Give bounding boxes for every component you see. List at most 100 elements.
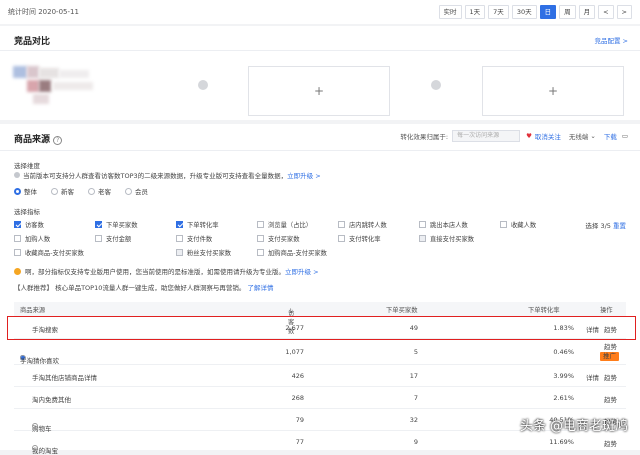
export-icon[interactable]: ▭ (622, 132, 628, 140)
radio-new[interactable]: 新客 (51, 186, 74, 196)
metrics-row-1: 访客数 下单买家数 下单转化率 浏览量（占比） 店内跳转人数 跳出本店人数 收藏… (14, 220, 614, 232)
row-buyers: 9 (413, 438, 418, 446)
dimension-tip-text: 当前版本可支持分人群查看访客数TOP3的二级来源数据，升级专业版可支持查看全量数… (23, 172, 288, 180)
range-selector: 实时 1天 7天 30天 日 周 月 < > (436, 5, 632, 19)
row-buyers: 17 (409, 372, 418, 380)
metric-inshop-jump[interactable]: 店内跳转人数 (338, 220, 419, 232)
help-icon[interactable]: ? (53, 136, 63, 145)
source-panel: 商品来源 ? 转化效果归属于: 每一次访问来源 ♥ 取消关注 无线端 ⌄ 下载 … (0, 124, 640, 455)
crowd-tag: 【人群推荐】 (14, 284, 53, 292)
reset-link[interactable]: 重置 (613, 222, 626, 230)
col-actions: 操作 (600, 307, 613, 314)
metric-pay-rate[interactable]: 支付转化率 (338, 234, 419, 246)
range-month[interactable]: 月 (578, 5, 596, 19)
metric-pageviews[interactable]: 浏览量（占比） (257, 220, 338, 232)
prev-button[interactable]: < (598, 5, 614, 19)
trend-link[interactable]: 趋势 (604, 341, 617, 351)
metric-visitors[interactable]: 访客数 (14, 220, 95, 232)
row-visitors: 426 (291, 372, 304, 380)
divider (0, 150, 640, 151)
metric-fav-pay[interactable]: 收藏商品-支付买家数 (14, 248, 176, 260)
stat-time: 统计时间 2020-05-11 (8, 8, 79, 16)
trend-link[interactable]: 趋势 (604, 394, 617, 404)
help-icon (20, 355, 26, 361)
row-visitors: 77 (295, 438, 304, 446)
table-header: 商品来源 访客数 ↓ 下单买家数 下单转化率 操作 (14, 302, 626, 335)
trend-link[interactable]: 趋势 (604, 438, 617, 448)
radio-overall[interactable]: 整体 (14, 186, 37, 196)
crowd-detail-link[interactable]: 了解详情 (247, 284, 273, 292)
attribution-label: 转化效果归属于: (400, 133, 449, 141)
divider (0, 50, 640, 51)
row-buyers: 5 (413, 348, 418, 356)
table-row: 手淘猜你喜欢 1,077 5 0.46% 趋势 推广 (14, 339, 626, 365)
add-competitor-1[interactable]: + (248, 66, 390, 116)
help-icon (32, 423, 38, 429)
product-thumbnail-blurred (13, 66, 158, 120)
audience-radios: 整体 新客 老客 会员 (14, 186, 148, 196)
range-day[interactable]: 日 (539, 5, 557, 19)
metric-bounce[interactable]: 跳出本店人数 (419, 220, 500, 232)
download-link[interactable]: 下载 (604, 131, 617, 141)
info-icon (14, 172, 20, 178)
heart-icon[interactable]: ♥ (526, 132, 532, 140)
next-button[interactable]: > (616, 5, 632, 19)
wireless-select[interactable]: 无线端 (569, 131, 589, 141)
vs-icon (198, 80, 208, 90)
compare-config-link[interactable]: 竞品配置 > (594, 35, 628, 45)
metric-cart-pay[interactable]: 加购商品-支付买家数 (257, 248, 419, 260)
range-realtime[interactable]: 实时 (438, 5, 462, 19)
source-title-text: 商品来源 (14, 135, 51, 145)
col-rate[interactable]: 下单转化率 (528, 305, 559, 314)
row-source: 淘内免费其他 (32, 396, 71, 404)
row-buyers: 32 (409, 416, 418, 424)
range-1day[interactable]: 1天 (464, 5, 486, 19)
source-title: 商品来源 ? (14, 132, 63, 145)
metric-order-rate[interactable]: 下单转化率 (176, 220, 257, 232)
metric-label: 选择指标 (14, 208, 40, 216)
dimension-tip: 当前版本可支持分人群查看访客数TOP3的二级来源数据，升级专业版可支持查看全量数… (14, 170, 321, 180)
select-count-text: 选择 3/5 (585, 222, 611, 230)
col-buyers[interactable]: 下单买家数 (386, 305, 417, 314)
table-row: 淘内免费其他 268 7 2.61% 趋势 (14, 387, 626, 409)
crowd-text: 核心单品TOP10流量人群一键生成，助您做好人群洞察与再营销。 (55, 284, 246, 292)
crowd-recommend: 【人群推荐】 核心单品TOP10流量人群一键生成，助您做好人群洞察与再营销。 了… (14, 282, 273, 292)
warning-icon (14, 268, 21, 275)
range-30days[interactable]: 30天 (511, 5, 537, 19)
sort-desc-icon[interactable]: ↓ (288, 308, 293, 315)
top-bar: 统计时间 2020-05-11 实时 1天 7天 30天 日 周 月 < > (0, 0, 640, 24)
upgrade-link[interactable]: 立即升级 > (287, 172, 321, 180)
source-toolbar: 转化效果归属于: 每一次访问来源 ♥ 取消关注 无线端 ⌄ 下载 ▭ (400, 130, 628, 142)
trend-link[interactable]: 趋势 (604, 372, 617, 382)
row-visitors: 79 (295, 416, 304, 424)
metrics-row-3: 收藏商品-支付买家数 粉丝支付买家数 加购商品-支付买家数 (14, 248, 614, 260)
metric-direct-pay: 直接支付买家数 (419, 234, 500, 246)
metric-pay-amount[interactable]: 支付金额 (95, 234, 176, 246)
compare-panel: 竞品对比 竞品配置 > + + (0, 26, 640, 120)
notice-upgrade-link[interactable]: 立即升级 > (285, 268, 319, 276)
upgrade-notice: 啊，部分指标仅支持专业版用户使用，您当前使用的是标准版，如需使用请升级为专业版。… (14, 266, 319, 276)
detail-link[interactable]: 详情 (586, 372, 599, 382)
range-week[interactable]: 周 (559, 5, 576, 19)
table-row: 手淘其他店铺商品详情 426 17 3.99% 详情 趋势 (14, 365, 626, 387)
radio-returning[interactable]: 老客 (88, 186, 111, 196)
highlight-box (7, 316, 636, 340)
chevron-down-icon[interactable]: ⌄ (590, 132, 595, 140)
unfollow-link[interactable]: 取消关注 (535, 131, 561, 141)
col-source: 商品来源 (20, 307, 46, 314)
metric-order-buyers[interactable]: 下单买家数 (95, 220, 176, 232)
range-7days[interactable]: 7天 (488, 5, 509, 19)
metrics-row-2: 加购人数 支付金额 支付件数 支付买家数 支付转化率 直接支付买家数 (14, 234, 614, 246)
metric-add-cart[interactable]: 加购人数 (14, 234, 95, 246)
promo-badge[interactable]: 推广 (600, 352, 619, 361)
metric-pay-buyers[interactable]: 支付买家数 (257, 234, 338, 246)
metric-fan-pay: 粉丝支付买家数 (176, 248, 257, 260)
vs-icon (431, 80, 441, 90)
metric-pay-items[interactable]: 支付件数 (176, 234, 257, 246)
attribution-select[interactable]: 每一次访问来源 (452, 130, 521, 142)
compare-title: 竞品对比 (14, 37, 51, 47)
metric-favorites[interactable]: 收藏人数 (500, 220, 581, 232)
row-rate: 2.61% (553, 394, 574, 402)
add-competitor-2[interactable]: + (482, 66, 624, 116)
radio-member[interactable]: 会员 (125, 186, 148, 196)
